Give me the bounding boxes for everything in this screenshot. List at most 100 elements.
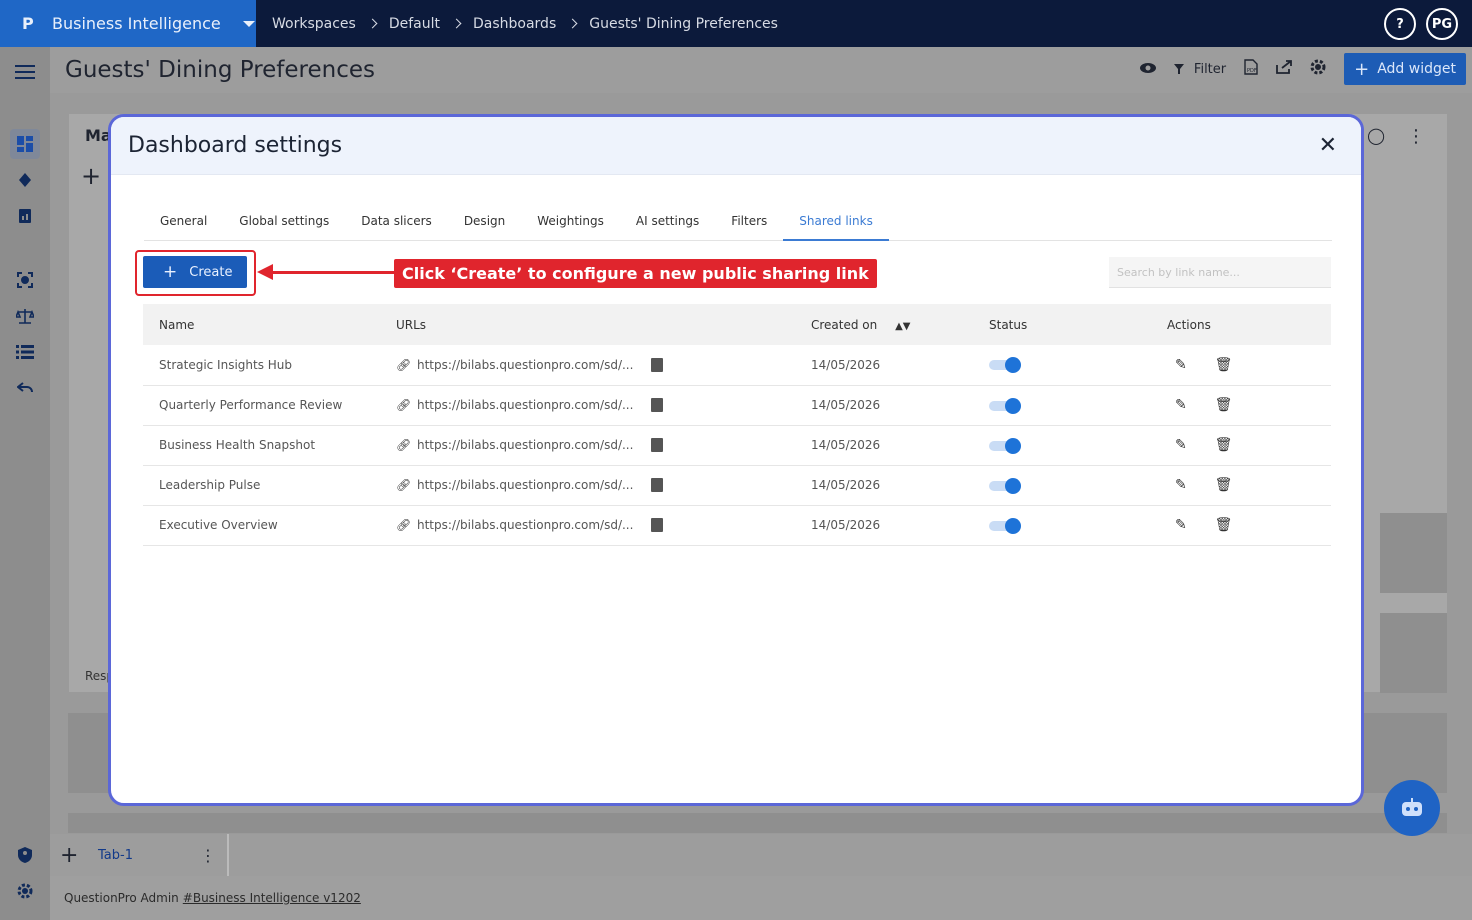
status-cell bbox=[973, 345, 1151, 386]
copy-icon[interactable] bbox=[648, 357, 664, 377]
link-icon: 🔗︎ bbox=[396, 518, 412, 532]
help-button[interactable]: ? bbox=[1384, 8, 1416, 40]
plus-icon: + bbox=[1354, 58, 1370, 80]
link-name: Executive Overview bbox=[143, 505, 380, 546]
link-url: https://bilabs.questionpro.com/sd/... bbox=[417, 438, 634, 452]
table-header-row: Name URLs Created on ▲▼ Status Actions bbox=[143, 304, 1331, 345]
link-url-cell: 🔗︎ https://bilabs.questionpro.com/sd/... bbox=[380, 505, 795, 546]
lightbulb-icon[interactable]: ◯ bbox=[1367, 126, 1385, 145]
kebab-menu-icon[interactable]: ⋮ bbox=[1407, 126, 1425, 147]
status-toggle[interactable] bbox=[989, 517, 1021, 534]
table-row: Strategic Insights Hub 🔗︎ https://bilabs… bbox=[143, 345, 1331, 386]
table-row: Business Health Snapshot 🔗︎ https://bila… bbox=[143, 425, 1331, 466]
filter-label: Filter bbox=[1193, 61, 1227, 77]
table-row: Leadership Pulse 🔗︎ https://bilabs.quest… bbox=[143, 465, 1331, 506]
status-cell bbox=[973, 465, 1151, 506]
back-icon[interactable] bbox=[10, 373, 40, 403]
plus-icon: + bbox=[163, 262, 178, 282]
balance-icon[interactable] bbox=[10, 301, 40, 331]
product-name: Business Intelligence bbox=[52, 14, 221, 33]
edit-icon[interactable]: ✎ bbox=[1175, 357, 1187, 373]
edit-icon[interactable]: ✎ bbox=[1175, 397, 1187, 413]
tab-ai-settings[interactable]: AI settings bbox=[620, 213, 715, 241]
tab-global-settings[interactable]: Global settings bbox=[223, 213, 345, 241]
footer-version-link[interactable]: #Business Intelligence v1202 bbox=[183, 891, 361, 905]
settings-tabs: General Global settings Data slicers Des… bbox=[144, 213, 1332, 241]
copy-icon[interactable] bbox=[648, 398, 664, 417]
breadcrumb-current: Guests' Dining Preferences bbox=[589, 15, 778, 32]
create-label: Create bbox=[189, 264, 233, 280]
edit-icon[interactable]: ✎ bbox=[1175, 517, 1187, 533]
delete-icon[interactable]: 🗑︎ bbox=[1215, 397, 1233, 413]
actions-cell: ✎ 🗑︎ bbox=[1151, 345, 1331, 386]
col-status: Status bbox=[973, 304, 1151, 345]
settings-gear-icon[interactable] bbox=[1310, 59, 1326, 79]
tab-1[interactable]: Tab-1 bbox=[98, 848, 133, 863]
add-widget-button[interactable]: + Add widget bbox=[1344, 53, 1466, 85]
placeholder-block bbox=[68, 813, 1447, 833]
search-input[interactable] bbox=[1109, 257, 1331, 288]
share-icon[interactable] bbox=[1276, 60, 1293, 78]
report-icon[interactable] bbox=[10, 201, 40, 231]
status-toggle[interactable] bbox=[989, 397, 1021, 414]
col-created-on[interactable]: Created on ▲▼ bbox=[795, 304, 973, 345]
tab-shared-links[interactable]: Shared links bbox=[783, 213, 889, 241]
dashboard-icon[interactable] bbox=[10, 129, 40, 159]
footer-text: QuestionPro Admin bbox=[64, 891, 179, 905]
scan-icon[interactable] bbox=[10, 265, 40, 295]
diamond-icon[interactable] bbox=[10, 165, 40, 195]
tab-weightings[interactable]: Weightings bbox=[521, 213, 620, 241]
gear-icon[interactable] bbox=[10, 876, 40, 906]
add-widget-label: Add widget bbox=[1377, 61, 1456, 77]
copy-icon[interactable] bbox=[648, 478, 664, 497]
product-switcher[interactable]: P Business Intelligence bbox=[0, 0, 256, 47]
breadcrumb-workspaces[interactable]: Workspaces bbox=[272, 16, 356, 32]
delete-icon[interactable]: 🗑︎ bbox=[1215, 477, 1233, 493]
status-toggle[interactable] bbox=[989, 477, 1021, 494]
filter-button[interactable]: Filter bbox=[1173, 61, 1227, 77]
breadcrumb-dashboards[interactable]: Dashboards bbox=[473, 16, 556, 32]
tab-data-slicers[interactable]: Data slicers bbox=[345, 213, 448, 241]
status-cell bbox=[973, 425, 1151, 466]
link-url-cell: 🔗︎ https://bilabs.questionpro.com/sd/... bbox=[380, 385, 795, 426]
link-url: https://bilabs.questionpro.com/sd/... bbox=[417, 518, 634, 532]
shield-user-icon[interactable] bbox=[10, 840, 40, 870]
list-icon[interactable] bbox=[10, 337, 40, 367]
tab-design[interactable]: Design bbox=[448, 213, 521, 241]
link-icon: 🔗︎ bbox=[396, 398, 412, 412]
copy-icon[interactable] bbox=[648, 438, 664, 457]
status-toggle[interactable] bbox=[989, 357, 1021, 374]
copy-icon[interactable] bbox=[648, 518, 664, 537]
created-date: 14/05/2026 bbox=[795, 425, 973, 466]
close-icon[interactable]: ✕ bbox=[1319, 133, 1337, 158]
page-title: Guests' Dining Preferences bbox=[65, 57, 375, 83]
delete-icon[interactable]: 🗑︎ bbox=[1215, 357, 1233, 373]
pdf-icon[interactable]: PDF bbox=[1244, 59, 1258, 79]
actions-cell: ✎ 🗑︎ bbox=[1151, 465, 1331, 506]
link-name: Leadership Pulse bbox=[143, 465, 380, 506]
chatbot-button[interactable] bbox=[1384, 780, 1440, 836]
placeholder-block bbox=[1380, 513, 1447, 593]
tab-menu-icon[interactable]: ⋮ bbox=[200, 846, 216, 865]
filter-icon bbox=[1173, 64, 1184, 74]
avatar[interactable]: PG bbox=[1426, 8, 1458, 40]
add-icon[interactable]: + bbox=[81, 162, 101, 190]
add-tab-icon[interactable]: + bbox=[60, 843, 78, 868]
status-toggle[interactable] bbox=[989, 437, 1021, 454]
breadcrumb-default[interactable]: Default bbox=[389, 16, 440, 32]
col-created-on-label: Created on bbox=[811, 317, 878, 332]
delete-icon[interactable]: 🗑︎ bbox=[1215, 437, 1233, 453]
menu-icon[interactable] bbox=[10, 57, 40, 87]
created-date: 14/05/2026 bbox=[795, 465, 973, 506]
sort-icon[interactable]: ▲▼ bbox=[895, 321, 910, 332]
create-button[interactable]: + Create bbox=[143, 256, 247, 288]
created-date: 14/05/2026 bbox=[795, 385, 973, 426]
status-cell bbox=[973, 385, 1151, 426]
edit-icon[interactable]: ✎ bbox=[1175, 437, 1187, 453]
link-icon: 🔗︎ bbox=[396, 478, 412, 492]
delete-icon[interactable]: 🗑︎ bbox=[1215, 517, 1233, 533]
tab-filters[interactable]: Filters bbox=[715, 213, 783, 241]
edit-icon[interactable]: ✎ bbox=[1175, 477, 1187, 493]
tab-general[interactable]: General bbox=[144, 213, 223, 241]
preview-eye-icon[interactable] bbox=[1139, 62, 1156, 77]
